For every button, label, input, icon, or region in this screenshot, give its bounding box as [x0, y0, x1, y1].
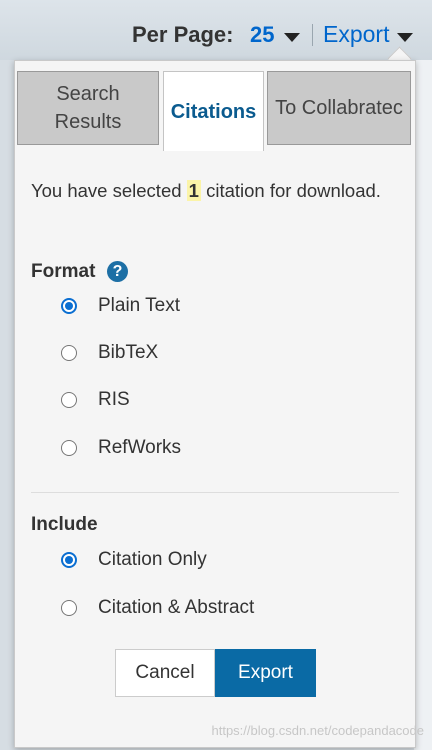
export-popover: Search Results Citations To Collabratec …	[14, 60, 416, 748]
radio-ris[interactable]	[61, 392, 77, 408]
toolbar: Per Page: 25 Export	[0, 0, 432, 60]
option-label: Plain Text	[98, 295, 181, 316]
option-label: RIS	[98, 389, 130, 410]
cancel-button[interactable]: Cancel	[115, 649, 215, 697]
tab-to-collabratec[interactable]: To Collabratec	[267, 71, 411, 145]
include-heading: Include	[31, 514, 98, 535]
format-option-plain-text[interactable]: Plain Text	[61, 293, 180, 319]
toolbar-separator	[312, 24, 313, 46]
format-option-ris[interactable]: RIS	[61, 387, 130, 413]
option-label: RefWorks	[98, 437, 182, 458]
export-button[interactable]: Export	[215, 649, 316, 697]
caret-down-icon[interactable]	[284, 33, 300, 42]
format-option-bibtex[interactable]: BibTeX	[61, 340, 158, 366]
tab-citations[interactable]: Citations	[163, 71, 264, 151]
watermark-text: https://blog.csdn.net/codepandacode	[211, 723, 425, 738]
selection-summary: You have selected 1 citation for downloa…	[31, 177, 401, 205]
page-background-edge	[414, 60, 432, 750]
section-divider	[31, 492, 399, 493]
radio-bibtex[interactable]	[61, 345, 77, 361]
option-label: Citation Only	[98, 549, 207, 570]
option-label: Citation & Abstract	[98, 597, 255, 618]
radio-citation-only[interactable]	[61, 552, 77, 568]
radio-citation-abstract[interactable]	[61, 600, 77, 616]
selection-prefix: You have selected	[31, 180, 182, 201]
radio-plain-text[interactable]	[61, 298, 77, 314]
selection-count: 1	[186, 180, 201, 201]
format-heading: Format	[31, 261, 96, 282]
export-dropdown-button[interactable]: Export	[323, 21, 389, 48]
radio-refworks[interactable]	[61, 440, 77, 456]
question-icon[interactable]: ?	[107, 261, 128, 282]
format-option-refworks[interactable]: RefWorks	[61, 435, 181, 461]
option-label: BibTeX	[98, 342, 159, 363]
include-option-citation-abstract[interactable]: Citation & Abstract	[61, 595, 254, 621]
per-page-label: Per Page:	[132, 22, 234, 47]
per-page-select[interactable]: 25	[250, 22, 274, 48]
include-option-citation-only[interactable]: Citation Only	[61, 547, 207, 573]
selection-suffix: citation for download.	[206, 180, 381, 201]
tab-search-results[interactable]: Search Results	[17, 71, 159, 145]
caret-down-icon[interactable]	[397, 33, 413, 42]
